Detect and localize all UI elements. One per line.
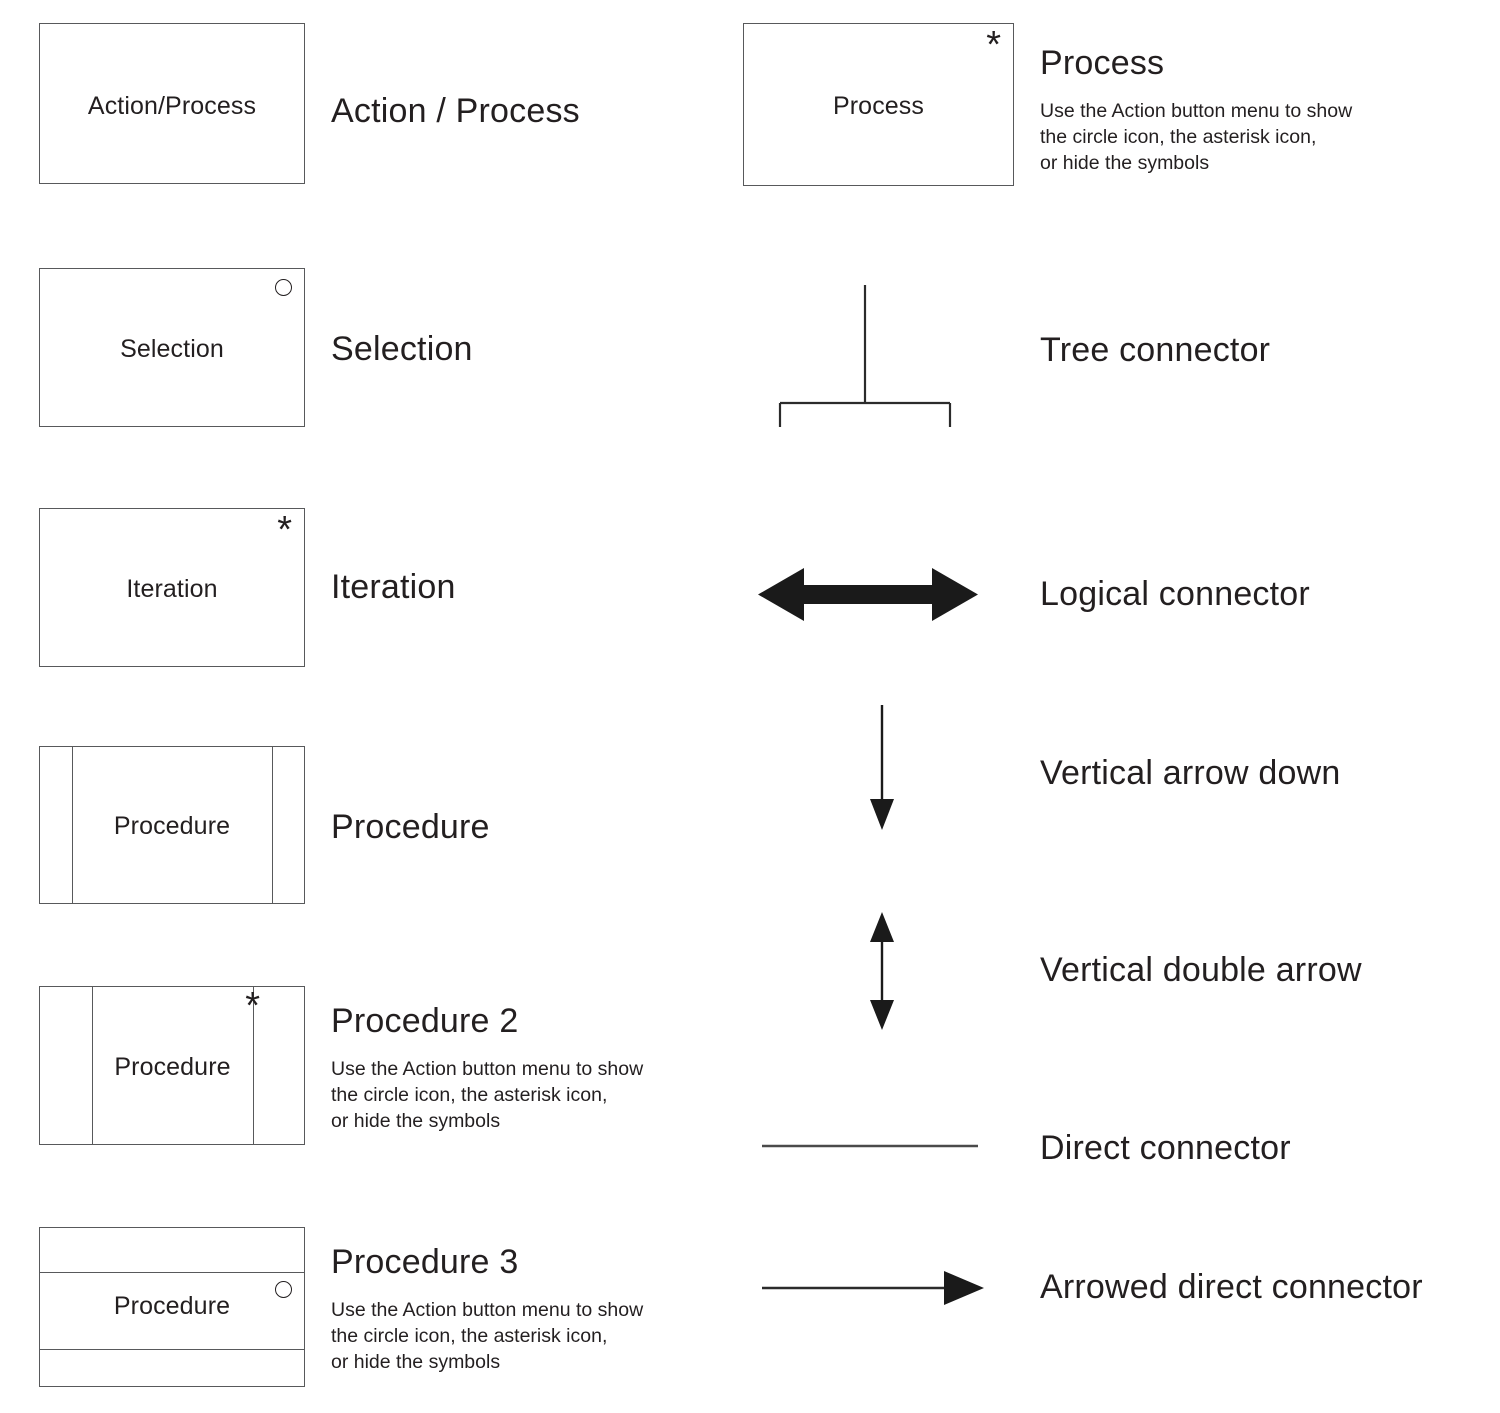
shape-action-process-label: Action/Process xyxy=(87,92,257,120)
caption-vertical-arrow-down: Vertical arrow down xyxy=(1040,754,1341,792)
asterisk-icon[interactable]: * xyxy=(245,987,260,1025)
asterisk-icon[interactable]: * xyxy=(986,26,1001,64)
shape-procedure[interactable]: Procedure xyxy=(39,746,305,904)
procedure-3-bottom-divider xyxy=(40,1349,304,1350)
caption-vertical-double-arrow: Vertical double arrow xyxy=(1040,951,1362,989)
tree-connector-icon[interactable] xyxy=(760,285,970,430)
arrow-right-icon[interactable] xyxy=(762,1268,992,1308)
shape-procedure-3[interactable]: Procedure xyxy=(39,1227,305,1387)
circle-icon[interactable] xyxy=(275,279,292,296)
shape-iteration[interactable]: * Iteration xyxy=(39,508,305,667)
caption-process: Process xyxy=(1040,44,1165,82)
shape-procedure-3-label: Procedure xyxy=(113,1292,231,1320)
caption-direct-connector: Direct connector xyxy=(1040,1129,1291,1167)
caption-iteration: Iteration xyxy=(331,568,456,606)
caption-action-process: Action / Process xyxy=(331,92,580,130)
shape-procedure-2-label: Procedure xyxy=(114,1053,231,1081)
caption-selection: Selection xyxy=(331,330,473,368)
description-process: Use the Action button menu to show the c… xyxy=(1040,100,1353,174)
shape-process[interactable]: * Process xyxy=(743,23,1014,186)
caption-tree-connector: Tree connector xyxy=(1040,331,1271,369)
asterisk-icon[interactable]: * xyxy=(277,511,292,549)
shape-process-label: Process xyxy=(832,92,924,120)
shape-selection[interactable]: Selection xyxy=(39,268,305,427)
shape-action-process[interactable]: Action/Process xyxy=(39,23,305,184)
procedure-3-top-divider xyxy=(40,1272,304,1273)
description-procedure-3: Use the Action button menu to show the c… xyxy=(331,1299,644,1373)
double-headed-horizontal-arrow-icon[interactable] xyxy=(758,560,978,630)
caption-logical-connector: Logical connector xyxy=(1040,575,1310,613)
shape-procedure-2[interactable]: * Procedure xyxy=(39,986,305,1145)
horizontal-line-icon[interactable] xyxy=(762,1136,982,1156)
double-headed-vertical-arrow-icon[interactable] xyxy=(862,912,902,1030)
shape-iteration-label: Iteration xyxy=(126,575,218,603)
caption-arrowed-direct-connector: Arrowed direct connector xyxy=(1040,1268,1423,1306)
shape-procedure-label: Procedure xyxy=(113,812,231,840)
caption-procedure-2: Procedure 2 xyxy=(331,1002,519,1040)
shape-selection-label: Selection xyxy=(120,335,224,363)
description-procedure-2: Use the Action button menu to show the c… xyxy=(331,1058,644,1132)
caption-procedure-3: Procedure 3 xyxy=(331,1243,519,1281)
arrow-down-icon[interactable] xyxy=(862,705,902,830)
caption-procedure: Procedure xyxy=(331,808,490,846)
legend-canvas: Action/Process Action / Process Selectio… xyxy=(0,0,1500,1413)
